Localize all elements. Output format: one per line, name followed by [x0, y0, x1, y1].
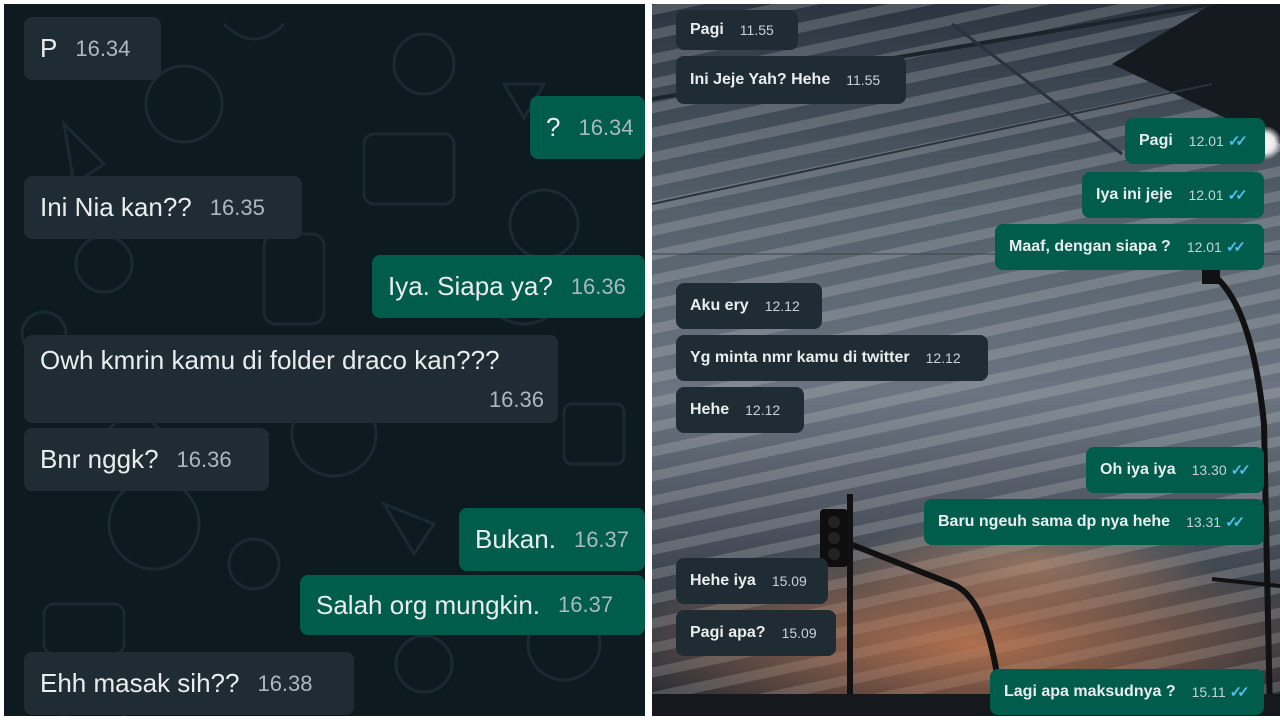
message-text: Oh iya iya: [1100, 461, 1176, 478]
message-text: Maaf, dengan siapa ?: [1009, 238, 1171, 255]
message-bubble-incoming[interactable]: Bnr nggk? 16.36: [24, 428, 269, 491]
right-chat-screenshot: Pagi 11.55 Ini Jeje Yah? Hehe 11.55 Pagi 12…: [652, 4, 1280, 716]
message-bubble-incoming[interactable]: Ini Jeje Yah? Hehe 11.55: [676, 56, 906, 104]
message-text: Salah org mungkin.: [316, 589, 541, 620]
message-time: 13.31: [1186, 514, 1222, 530]
message-bubble-outgoing[interactable]: Salah org mungkin. 16.37: [300, 575, 645, 635]
left-chat-screenshot: P 16.34 ? 16.34 Ini Nia kan?? 16.35 Iya. Si…: [4, 4, 645, 716]
double-check-icon: ✓✓: [1225, 514, 1245, 531]
message-text: Hehe iya: [690, 572, 756, 589]
double-check-icon: ✓✓: [1227, 133, 1248, 150]
message-bubble-outgoing[interactable]: Baru ngeuh sama dp nya hehe 13.31 ✓✓: [924, 499, 1264, 545]
message-time: 16.34: [75, 35, 131, 61]
message-time: 16.36: [176, 446, 232, 472]
message-bubble-outgoing[interactable]: Bukan. 16.37: [459, 508, 645, 571]
message-bubble-outgoing[interactable]: Pagi 12.01 ✓✓: [1125, 118, 1265, 164]
message-bubble-outgoing[interactable]: Lagi apa maksudnya ? 15.11 ✓✓: [990, 669, 1264, 715]
message-text: Iya. Siapa ya?: [388, 271, 553, 301]
message-text: ?: [546, 112, 561, 142]
message-bubble-incoming[interactable]: Owh kmrin kamu di folder draco kan??? 16…: [24, 335, 558, 423]
message-bubble-outgoing[interactable]: Iya ini jeje 12.01 ✓✓: [1082, 172, 1264, 218]
message-text: Lagi apa maksudnya ?: [1004, 683, 1176, 700]
message-bubble-incoming[interactable]: Aku ery 12.12: [676, 283, 822, 329]
message-time: 12.12: [764, 298, 800, 314]
message-text: P: [40, 33, 58, 63]
message-bubble-outgoing[interactable]: ? 16.34: [530, 96, 645, 159]
message-bubble-incoming[interactable]: Ini Nia kan?? 16.35: [24, 176, 302, 239]
double-check-icon: ✓✓: [1227, 187, 1248, 204]
message-bubble-outgoing[interactable]: Maaf, dengan siapa ? 12.01 ✓✓: [995, 224, 1264, 270]
message-bubble-incoming[interactable]: Pagi 11.55: [676, 10, 798, 50]
message-text: Ini Nia kan??: [40, 192, 192, 222]
message-time: 15.09: [771, 573, 807, 589]
message-time: 12.01: [1186, 239, 1222, 255]
message-text: Hehe: [690, 401, 730, 418]
message-text: Pagi apa?: [690, 624, 766, 641]
message-time: 11.55: [739, 22, 774, 38]
message-time: 16.37: [558, 592, 614, 617]
message-time: 13.30: [1191, 462, 1227, 478]
message-bubble-incoming[interactable]: P 16.34: [24, 17, 161, 80]
message-text: Ehh masak sih??: [40, 668, 240, 698]
message-time: 15.09: [781, 625, 817, 641]
message-time: 16.36: [488, 387, 544, 412]
message-text: Bnr nggk?: [40, 444, 159, 474]
double-check-icon: ✓✓: [1225, 239, 1246, 256]
double-check-icon: ✓✓: [1230, 462, 1251, 479]
message-bubble-outgoing[interactable]: Oh iya iya 13.30 ✓✓: [1086, 447, 1264, 493]
message-text: Pagi: [1139, 132, 1173, 149]
message-time: 16.37: [573, 526, 630, 552]
message-text: Aku ery: [690, 297, 749, 314]
message-bubble-incoming[interactable]: Hehe iya 15.09: [676, 558, 828, 604]
message-text: Pagi: [690, 21, 724, 38]
message-text: Bukan.: [475, 524, 556, 554]
message-time: 12.12: [745, 402, 781, 418]
message-time: 16.36: [570, 273, 626, 299]
message-time: 16.38: [257, 670, 313, 696]
message-time: 11.55: [846, 72, 881, 88]
double-check-icon: ✓✓: [1229, 684, 1250, 701]
message-time: 16.34: [578, 114, 634, 140]
message-text: Ini Jeje Yah? Hehe: [690, 71, 831, 88]
message-text: Iya ini jeje: [1096, 186, 1173, 203]
message-time: 15.11: [1191, 684, 1226, 700]
message-time: 12.12: [925, 350, 961, 366]
message-time: 12.01: [1188, 133, 1224, 149]
message-bubble-incoming[interactable]: Pagi apa? 15.09: [676, 610, 836, 656]
message-text: Owh kmrin kamu di folder draco kan???: [40, 345, 500, 375]
message-bubble-incoming[interactable]: Hehe 12.12: [676, 387, 804, 433]
message-bubble-incoming[interactable]: Yg minta nmr kamu di twitter 12.12: [676, 335, 988, 381]
message-time: 16.35: [209, 194, 265, 220]
message-text: Yg minta nmr kamu di twitter: [690, 349, 910, 366]
message-bubble-outgoing[interactable]: Iya. Siapa ya? 16.36: [372, 255, 645, 318]
message-text: Baru ngeuh sama dp nya hehe: [938, 513, 1171, 530]
message-bubble-incoming[interactable]: Ehh masak sih?? 16.38: [24, 652, 354, 715]
message-time: 12.01: [1188, 187, 1224, 203]
